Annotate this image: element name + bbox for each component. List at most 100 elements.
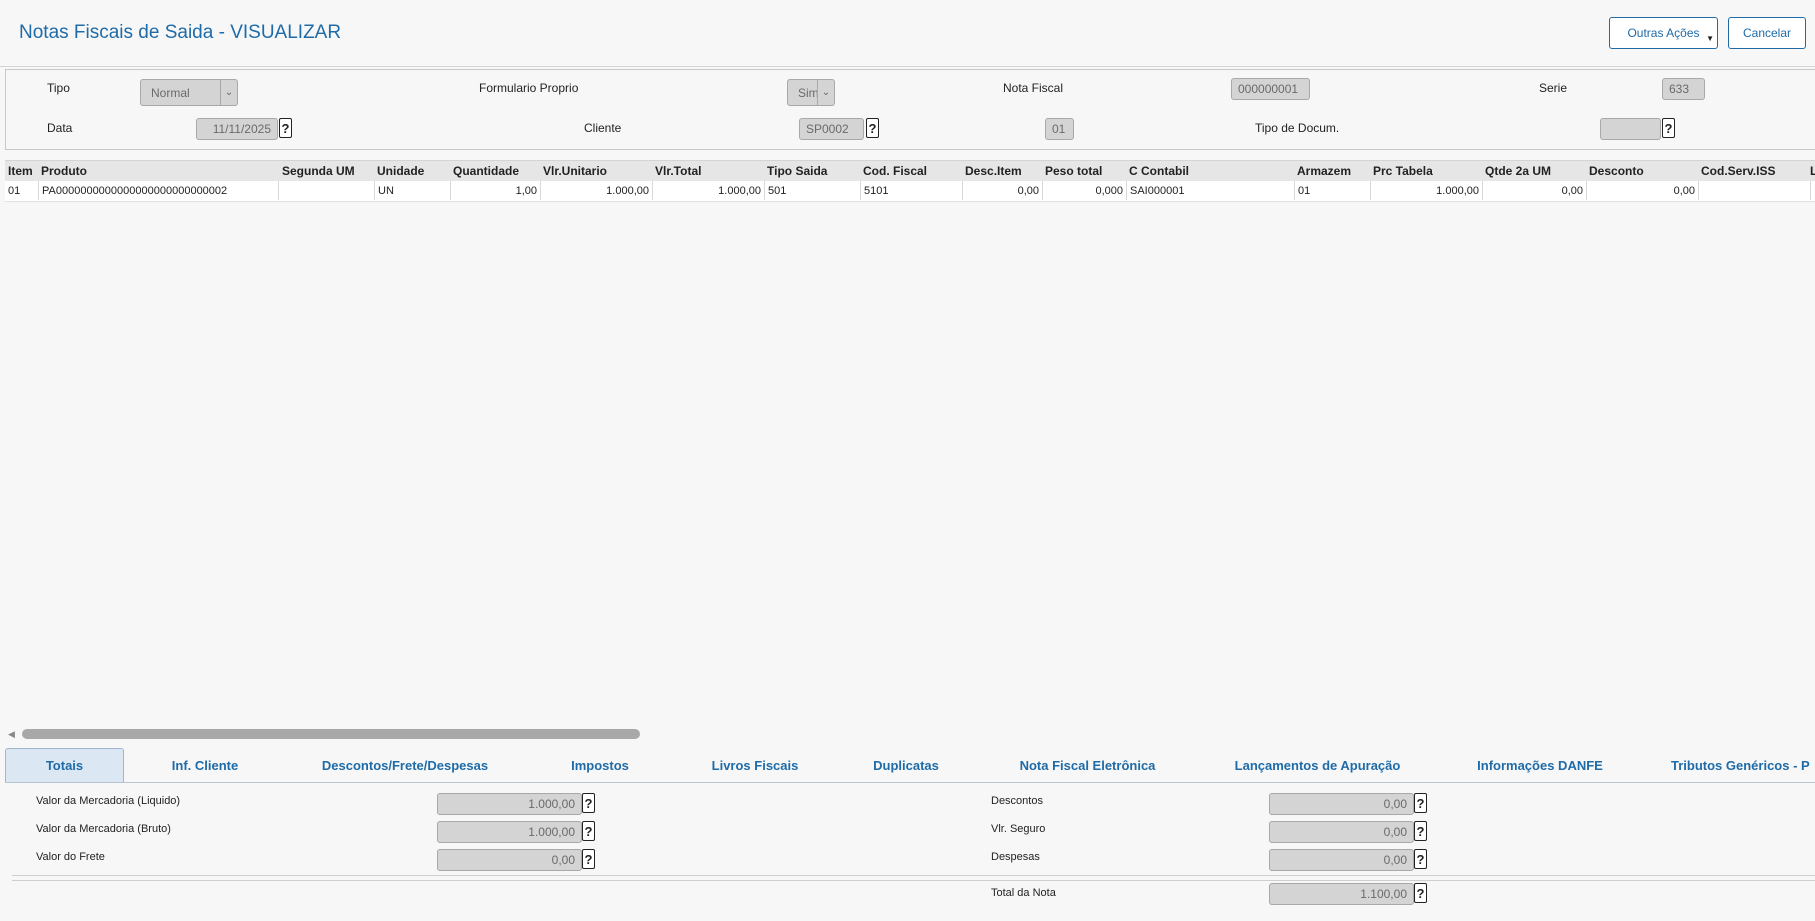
help-icon[interactable]: ? — [279, 118, 292, 138]
cell-vlr-unitario: 1.000,00 — [541, 181, 653, 200]
serie-label: Serie — [1539, 81, 1568, 95]
col-tipo-saida[interactable]: Tipo Saida — [767, 161, 857, 181]
tab-informacoes-danfe[interactable]: Informações DANFE — [1465, 748, 1615, 782]
seguro-label: Vlr. Seguro — [991, 823, 1046, 835]
data-field[interactable]: 11/11/2025 — [196, 118, 278, 140]
descontos-field[interactable]: 0,00 — [1269, 793, 1414, 815]
col-cod-fiscal[interactable]: Cod. Fiscal — [863, 161, 958, 181]
descontos-label: Descontos — [991, 795, 1043, 807]
tab-totais[interactable]: Totais — [5, 748, 124, 782]
cell-cod-fiscal: 5101 — [861, 181, 963, 200]
cell-prc-tabela: 1.000,00 — [1371, 181, 1483, 200]
frete-field[interactable]: 0,00 — [437, 849, 582, 871]
col-desc-item[interactable]: Desc.Item — [965, 161, 1040, 181]
nota-fiscal-field[interactable]: 000000001 — [1231, 78, 1310, 100]
mercadoria-liquido-label: Valor da Mercadoria (Liquido) — [36, 795, 181, 807]
col-armazem[interactable]: Armazem — [1297, 161, 1369, 181]
tab-inf-cliente[interactable]: Inf. Cliente — [140, 748, 270, 782]
tipo-select[interactable]: Normal ⌄ — [140, 79, 238, 106]
chevron-down-icon: ⌄ — [220, 80, 237, 105]
col-item[interactable]: Item — [8, 161, 36, 181]
nota-fiscal-label: Nota Fiscal — [1003, 81, 1064, 95]
cell-item: 01 — [5, 181, 39, 200]
cell-desconto: 0,00 — [1587, 181, 1699, 200]
grid-header: Item Produto Segunda UM Unidade Quantida… — [5, 160, 1815, 181]
tipo-documento-label: Tipo de Docum. — [1255, 121, 1340, 135]
help-icon[interactable]: ? — [582, 793, 595, 813]
formulario-value: Sim — [798, 85, 819, 100]
loja-field[interactable]: 01 — [1045, 118, 1074, 140]
mercadoria-liquido-field[interactable]: 1.000,00 — [437, 793, 582, 815]
chevron-down-icon: ⌄ — [817, 80, 834, 105]
cell-segunda-um — [279, 181, 375, 200]
total-nota-field[interactable]: 1.100,00 — [1269, 883, 1414, 905]
cancel-button[interactable]: Cancelar — [1728, 17, 1806, 49]
cliente-label: Cliente — [584, 121, 622, 135]
cell-qtde-2a-um: 0,00 — [1483, 181, 1587, 200]
cell-vlr-total: 1.000,00 — [653, 181, 765, 200]
seguro-field[interactable]: 0,00 — [1269, 821, 1414, 843]
cell-quantidade: 1,00 — [451, 181, 541, 200]
cell-armazem: 01 — [1295, 181, 1371, 200]
formulario-label: Formulario Proprio — [479, 81, 579, 95]
data-label: Data — [47, 121, 73, 135]
other-actions-label: Outras Ações — [1627, 26, 1700, 40]
mercadoria-bruto-field[interactable]: 1.000,00 — [437, 821, 582, 843]
help-icon[interactable]: ? — [1414, 883, 1427, 903]
despesas-field[interactable]: 0,00 — [1269, 849, 1414, 871]
cell-desc-item: 0,00 — [963, 181, 1043, 200]
col-quantidade[interactable]: Quantidade — [453, 161, 538, 181]
cell-l — [1811, 181, 1815, 200]
cell-unidade: UN — [375, 181, 451, 200]
caret-down-icon: ▼ — [1706, 34, 1714, 43]
serie-field[interactable]: 633 — [1662, 78, 1705, 100]
despesas-label: Despesas — [991, 851, 1040, 863]
cell-cod-serv-iss — [1699, 181, 1811, 200]
tab-livros-fiscais[interactable]: Livros Fiscais — [695, 748, 815, 782]
col-vlr-total[interactable]: Vlr.Total — [655, 161, 745, 181]
other-actions-button[interactable]: Outras Ações ▼ — [1609, 17, 1718, 49]
tipo-value: Normal — [151, 85, 190, 100]
col-produto[interactable]: Produto — [41, 161, 241, 181]
col-prc-tabela[interactable]: Prc Tabela — [1373, 161, 1481, 181]
tab-lancamentos-apuracao[interactable]: Lançamentos de Apuração — [1225, 748, 1410, 782]
formulario-select[interactable]: Sim ⌄ — [787, 79, 835, 106]
table-row[interactable]: 01 PA0000000000000000000000000002 UN 1,0… — [5, 181, 1815, 202]
cell-c-contabil: SAI000001 — [1127, 181, 1295, 200]
tab-descontos-frete-despesas[interactable]: Descontos/Frete/Despesas — [305, 748, 505, 782]
page-title: Notas Fiscais de Saida - VISUALIZAR — [19, 22, 342, 43]
cell-peso-total: 0,000 — [1043, 181, 1127, 200]
tipo-documento-field[interactable] — [1600, 118, 1661, 140]
help-icon[interactable]: ? — [1414, 793, 1427, 813]
col-c-contabil[interactable]: C Contabil — [1129, 161, 1294, 181]
tab-duplicatas[interactable]: Duplicatas — [851, 748, 961, 782]
cell-tipo-saida: 501 — [765, 181, 861, 200]
tab-nota-fiscal-eletronica[interactable]: Nota Fiscal Eletrônica — [1005, 748, 1170, 782]
col-vlr-unitario[interactable]: Vlr.Unitario — [543, 161, 643, 181]
col-segunda-um[interactable]: Segunda UM — [282, 161, 372, 181]
tab-impostos[interactable]: Impostos — [545, 748, 655, 782]
mercadoria-bruto-label: Valor da Mercadoria (Bruto) — [36, 823, 171, 835]
help-icon[interactable]: ? — [866, 118, 879, 138]
tab-tributos-genericos[interactable]: Tributos Genéricos - P — [1671, 748, 1815, 782]
help-icon[interactable]: ? — [582, 821, 595, 841]
cell-produto: PA0000000000000000000000000002 — [39, 181, 279, 200]
cliente-field[interactable]: SP0002 — [799, 118, 864, 140]
col-unidade[interactable]: Unidade — [377, 161, 447, 181]
col-peso-total[interactable]: Peso total — [1045, 161, 1125, 181]
col-desconto[interactable]: Desconto — [1589, 161, 1694, 181]
horizontal-scrollbar[interactable] — [22, 729, 640, 739]
total-nota-label: Total da Nota — [991, 887, 1056, 899]
scroll-left-icon[interactable]: ◀ — [8, 729, 15, 740]
col-cod-serv-iss[interactable]: Cod.Serv.ISS — [1701, 161, 1806, 181]
divider — [12, 875, 1815, 881]
frete-label: Valor do Frete — [36, 851, 105, 863]
help-icon[interactable]: ? — [1662, 118, 1675, 138]
col-l[interactable]: L — [1810, 161, 1815, 181]
tipo-label: Tipo — [47, 81, 70, 95]
help-icon[interactable]: ? — [582, 849, 595, 869]
footer-tabs: Totais Inf. Cliente Descontos/Frete/Desp… — [5, 748, 1815, 783]
help-icon[interactable]: ? — [1414, 821, 1427, 841]
col-qtde-2a-um[interactable]: Qtde 2a UM — [1485, 161, 1585, 181]
help-icon[interactable]: ? — [1414, 849, 1427, 869]
